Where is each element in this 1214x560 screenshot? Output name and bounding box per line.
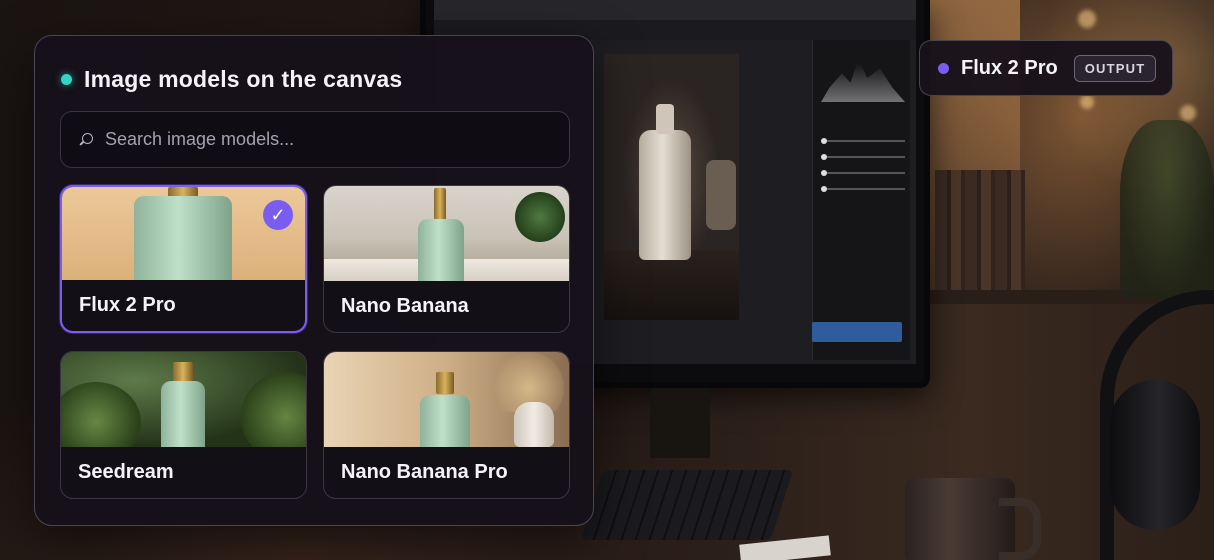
screen-titlebar — [434, 0, 916, 20]
bookshelf-books — [935, 170, 1025, 290]
bottle-cap — [436, 372, 454, 394]
model-grid: ✓ Flux 2 Pro Nano Banana Seedream Nano B… — [60, 185, 570, 499]
model-thumbnail — [61, 352, 306, 447]
output-badge: OUTPUT — [1073, 54, 1157, 82]
screen-export-button — [812, 322, 902, 342]
panel-title: Image models on the canvas — [84, 66, 403, 92]
bottle — [418, 219, 464, 281]
model-card-nano-banana[interactable]: Nano Banana — [323, 185, 570, 333]
model-thumbnail — [62, 187, 305, 280]
bokeh-light — [1180, 105, 1196, 121]
bottle — [161, 381, 205, 447]
plant — [515, 192, 565, 242]
bottle-cap — [434, 188, 446, 222]
search-input[interactable] — [105, 129, 545, 150]
search-icon — [79, 132, 93, 147]
screen-slider — [821, 186, 905, 192]
output-model-chip: Flux 2 Pro OUTPUT — [919, 40, 1173, 96]
search-box[interactable] — [60, 111, 570, 168]
bokeh-light — [1080, 95, 1094, 109]
status-dot-icon — [61, 74, 72, 85]
model-card-label: Nano Banana — [341, 295, 469, 317]
output-model-name: Flux 2 Pro — [961, 56, 1058, 79]
model-card-seedream[interactable]: Seedream — [60, 351, 307, 499]
model-card-label: Flux 2 Pro — [79, 294, 176, 316]
image-models-panel: Image models on the canvas ✓ Flux 2 Pro … — [34, 35, 594, 526]
screen-table — [604, 250, 739, 320]
vase — [514, 402, 554, 447]
screen-bottle-small — [706, 160, 736, 230]
fern — [61, 382, 141, 447]
screen-slider — [821, 154, 905, 160]
check-icon: ✓ — [263, 200, 293, 230]
model-card-nano-banana-pro[interactable]: Nano Banana Pro — [323, 351, 570, 499]
fern — [241, 372, 306, 447]
house-plant — [1120, 120, 1214, 300]
bottle — [134, 196, 232, 280]
model-card-label: Nano Banana Pro — [341, 461, 508, 483]
model-card-flux-2-pro[interactable]: ✓ Flux 2 Pro — [60, 185, 307, 333]
model-card-label: Seedream — [78, 461, 174, 483]
coffee-mug — [905, 478, 1041, 560]
keyboard — [580, 470, 794, 540]
monitor-stand — [650, 388, 710, 458]
bokeh-light — [1078, 10, 1096, 28]
model-thumbnail — [324, 352, 569, 447]
screen-slider — [821, 138, 905, 144]
screen-adjustments-panel — [812, 40, 910, 360]
model-thumbnail — [324, 186, 569, 281]
bottle — [420, 395, 470, 447]
screen-slider — [821, 170, 905, 176]
model-dot-icon — [938, 62, 949, 74]
headphones-ear-cup — [1110, 380, 1200, 530]
screen-bottle — [639, 104, 691, 260]
panel-header: Image models on the canvas — [61, 66, 402, 93]
histogram — [821, 58, 905, 102]
bottle-cap — [173, 362, 193, 382]
